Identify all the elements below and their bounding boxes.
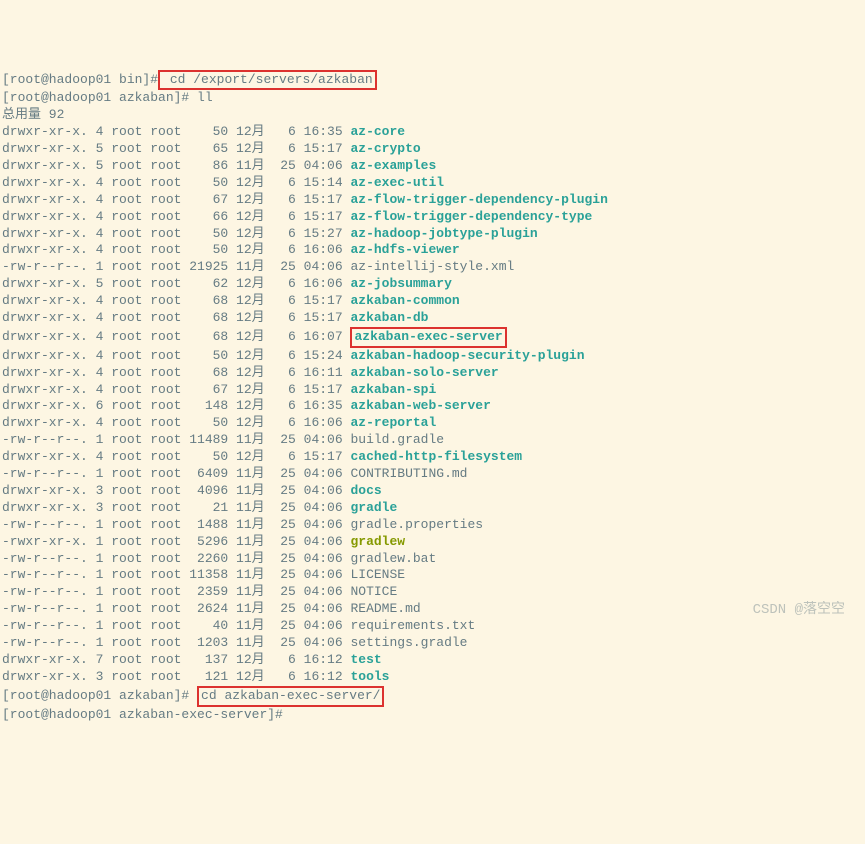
file-entry-row: drwxr-xr-x. 4 root root 50 12月 6 16:35 a… bbox=[2, 124, 405, 139]
file-entry-row: drwxr-xr-x. 4 root root 50 12月 6 15:24 a… bbox=[2, 348, 585, 363]
command-text: cd /export/servers/azkaban bbox=[162, 72, 373, 87]
file-entry-name: az-flow-trigger-dependency-type bbox=[350, 209, 592, 224]
total-usage: 总用量 92 bbox=[2, 107, 64, 122]
file-entry-row: drwxr-xr-x. 4 root root 68 12月 6 16:07 a… bbox=[2, 329, 507, 344]
file-entry-name: az-reportal bbox=[350, 415, 436, 430]
file-entry-row: drwxr-xr-x. 3 root root 21 11月 25 04:06 … bbox=[2, 500, 397, 515]
file-entry-name: settings.gradle bbox=[350, 635, 467, 650]
file-entry-name: tools bbox=[350, 669, 389, 684]
file-entry-name: azkaban-web-server bbox=[350, 398, 490, 413]
file-entry-name: build.gradle bbox=[350, 432, 444, 447]
file-entry-row: drwxr-xr-x. 3 root root 4096 11月 25 04:0… bbox=[2, 483, 382, 498]
file-entry-name: az-hdfs-viewer bbox=[350, 242, 459, 257]
shell-prompt[interactable]: [root@hadoop01 azkaban]# bbox=[2, 90, 189, 105]
file-entry-name: az-examples bbox=[350, 158, 436, 173]
file-entry-name: requirements.txt bbox=[350, 618, 475, 633]
file-entry-name: az-jobsummary bbox=[350, 276, 451, 291]
command-text: cd azkaban-exec-server/ bbox=[201, 688, 380, 703]
file-entry-name: gradle bbox=[350, 500, 397, 515]
file-entry-row: -rw-r--r--. 1 root root 1203 11月 25 04:0… bbox=[2, 635, 468, 650]
file-entry-name: test bbox=[350, 652, 381, 667]
file-entry-row: drwxr-xr-x. 5 root root 65 12月 6 15:17 a… bbox=[2, 141, 421, 156]
file-entry-row: -rw-r--r--. 1 root root 40 11月 25 04:06 … bbox=[2, 618, 475, 633]
file-entry-name: az-exec-util bbox=[350, 175, 444, 190]
file-entry-row: drwxr-xr-x. 5 root root 86 11月 25 04:06 … bbox=[2, 158, 436, 173]
file-entry-row: drwxr-xr-x. 4 root root 50 12月 6 15:14 a… bbox=[2, 175, 444, 190]
file-entry-row: drwxr-xr-x. 4 root root 50 12月 6 15:27 a… bbox=[2, 226, 538, 241]
command-text: ll bbox=[189, 90, 212, 105]
shell-prompt[interactable]: [root@hadoop01 azkaban]# bbox=[2, 688, 189, 703]
file-entry-name: gradle.properties bbox=[350, 517, 483, 532]
file-entry-row: drwxr-xr-x. 7 root root 137 12月 6 16:12 … bbox=[2, 652, 382, 667]
file-entry-row: drwxr-xr-x. 4 root root 68 12月 6 16:11 a… bbox=[2, 365, 499, 380]
file-entry-name: azkaban-spi bbox=[350, 382, 436, 397]
terminal-output: [root@hadoop01 bin]# cd /export/servers/… bbox=[2, 70, 863, 724]
file-entry-name: gradlew.bat bbox=[350, 551, 436, 566]
file-entry-name: README.md bbox=[350, 601, 420, 616]
file-entry-row: drwxr-xr-x. 3 root root 121 12月 6 16:12 … bbox=[2, 669, 389, 684]
file-entry-row: drwxr-xr-x. 4 root root 50 12月 6 15:17 c… bbox=[2, 449, 522, 464]
highlight-box-cd-exec-server: cd azkaban-exec-server/ bbox=[197, 686, 384, 707]
file-entry-row: drwxr-xr-x. 5 root root 62 12月 6 16:06 a… bbox=[2, 276, 452, 291]
file-entry-name: az-hadoop-jobtype-plugin bbox=[350, 226, 537, 241]
file-entry-name: azkaban-hadoop-security-plugin bbox=[350, 348, 584, 363]
file-entry-name: NOTICE bbox=[350, 584, 397, 599]
file-entry-name: LICENSE bbox=[350, 567, 405, 582]
file-entry-row: -rw-r--r--. 1 root root 11358 11月 25 04:… bbox=[2, 567, 405, 582]
file-entry-name: gradlew bbox=[350, 534, 405, 549]
shell-prompt[interactable]: [root@hadoop01 azkaban-exec-server]# bbox=[2, 707, 283, 722]
shell-prompt[interactable]: [root@hadoop01 bin]# bbox=[2, 72, 158, 87]
file-entry-row: drwxr-xr-x. 4 root root 68 12月 6 15:17 a… bbox=[2, 310, 428, 325]
highlight-box-cd-command: cd /export/servers/azkaban bbox=[158, 70, 377, 91]
file-entry-name: az-crypto bbox=[350, 141, 420, 156]
file-entry-name: cached-http-filesystem bbox=[350, 449, 522, 464]
file-entry-row: drwxr-xr-x. 4 root root 67 12月 6 15:17 a… bbox=[2, 382, 436, 397]
file-entry-name: az-intellij-style.xml bbox=[350, 259, 514, 274]
file-entry-row: -rw-r--r--. 1 root root 2624 11月 25 04:0… bbox=[2, 601, 421, 616]
file-entry-row: drwxr-xr-x. 4 root root 68 12月 6 15:17 a… bbox=[2, 293, 460, 308]
file-entry-row: -rw-r--r--. 1 root root 6409 11月 25 04:0… bbox=[2, 466, 468, 481]
file-entry-name: docs bbox=[350, 483, 381, 498]
highlight-box-exec-server: azkaban-exec-server bbox=[350, 327, 506, 348]
file-entry-row: -rw-r--r--. 1 root root 1488 11月 25 04:0… bbox=[2, 517, 483, 532]
file-entry-row: -rwxr-xr-x. 1 root root 5296 11月 25 04:0… bbox=[2, 534, 405, 549]
file-entry-name: azkaban-solo-server bbox=[350, 365, 498, 380]
file-entry-row: drwxr-xr-x. 6 root root 148 12月 6 16:35 … bbox=[2, 398, 491, 413]
file-entry-name: azkaban-exec-server bbox=[354, 329, 502, 344]
file-entry-name: azkaban-common bbox=[350, 293, 459, 308]
file-entry-row: -rw-r--r--. 1 root root 21925 11月 25 04:… bbox=[2, 259, 514, 274]
file-entry-row: -rw-r--r--. 1 root root 2359 11月 25 04:0… bbox=[2, 584, 397, 599]
file-entry-name: az-flow-trigger-dependency-plugin bbox=[350, 192, 607, 207]
file-entry-row: drwxr-xr-x. 4 root root 50 12月 6 16:06 a… bbox=[2, 415, 436, 430]
file-entry-name: az-core bbox=[350, 124, 405, 139]
file-entry-row: -rw-r--r--. 1 root root 2260 11月 25 04:0… bbox=[2, 551, 436, 566]
file-entry-row: drwxr-xr-x. 4 root root 66 12月 6 15:17 a… bbox=[2, 209, 592, 224]
file-entry-row: drwxr-xr-x. 4 root root 50 12月 6 16:06 a… bbox=[2, 242, 460, 257]
file-entry-row: -rw-r--r--. 1 root root 11489 11月 25 04:… bbox=[2, 432, 444, 447]
watermark: CSDN @落空空 bbox=[753, 601, 845, 619]
file-entry-row: drwxr-xr-x. 4 root root 67 12月 6 15:17 a… bbox=[2, 192, 608, 207]
file-entry-name: azkaban-db bbox=[350, 310, 428, 325]
file-entry-name: CONTRIBUTING.md bbox=[350, 466, 467, 481]
